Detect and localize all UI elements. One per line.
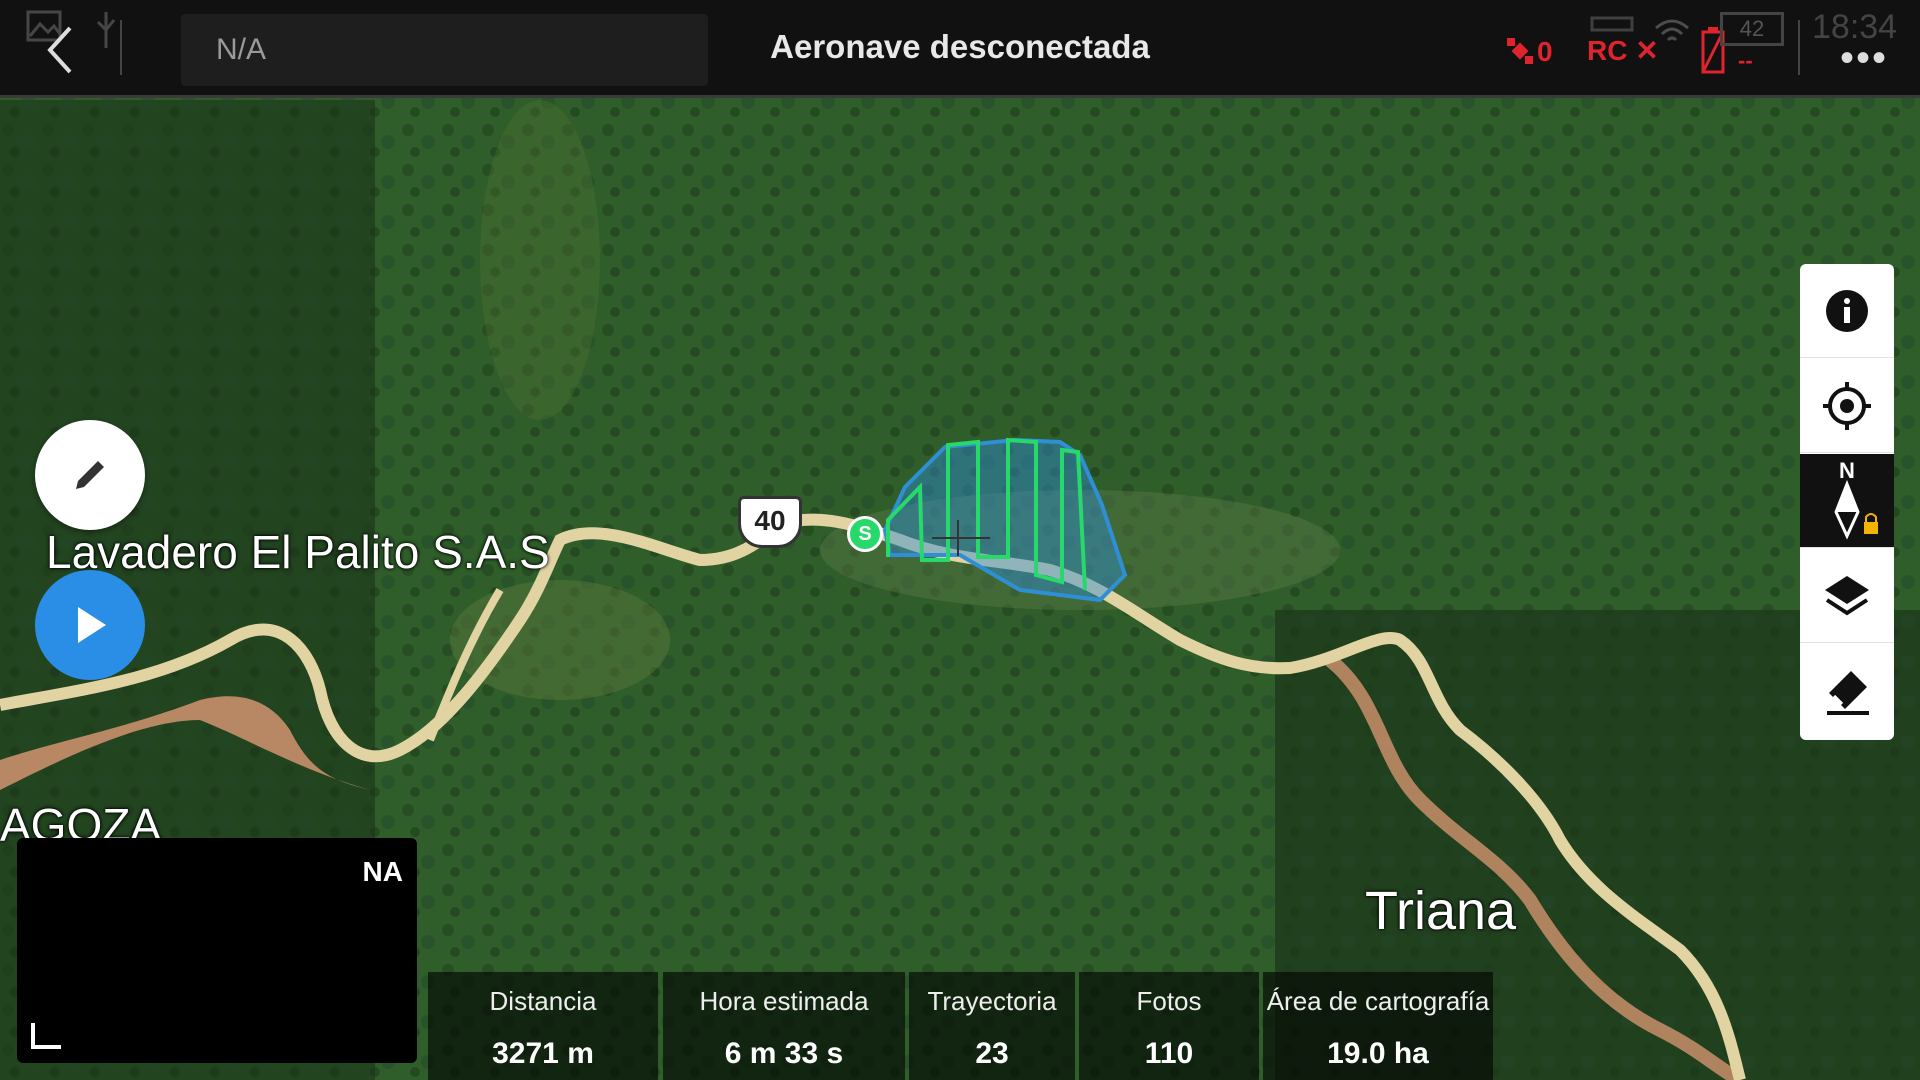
stat-label: Área de cartografía: [1266, 986, 1490, 1016]
clear-button[interactable]: [1800, 644, 1894, 738]
compass-north-lock-icon: N: [1834, 458, 1878, 540]
top-bar: N/A Aeronave desconectada 0 RC ✕ -- 42 1…: [0, 0, 1920, 98]
play-icon: [78, 607, 106, 643]
layers-button[interactable]: [1800, 549, 1894, 643]
stat-label: Hora estimada: [699, 986, 869, 1016]
layers-icon: [1825, 575, 1869, 615]
mission-name-field[interactable]: N/A: [181, 14, 708, 86]
expand-corner-icon[interactable]: [31, 1023, 61, 1049]
stat-distance: Distancia 3271 m: [428, 972, 658, 1080]
stat-label: Fotos: [1136, 986, 1202, 1016]
stat-value: 19.0 ha: [1327, 1037, 1429, 1070]
poi-label: Lavadero El Palito S.A.S: [46, 526, 550, 578]
start-mission-button[interactable]: [35, 570, 145, 680]
info-button[interactable]: [1800, 264, 1894, 358]
chevron-left-icon: [47, 26, 72, 74]
camera-preview[interactable]: NA: [17, 838, 417, 1063]
locate-icon: [1823, 381, 1871, 430]
drone-battery-value: --: [1738, 48, 1753, 73]
stat-mapping-area: Área de cartografía 19.0 ha: [1263, 972, 1493, 1080]
pencil-icon: [76, 461, 104, 489]
gps-count: 0: [1537, 36, 1553, 67]
stat-value: 3271 m: [492, 1037, 594, 1070]
stat-trajectory: Trayectoria 23: [909, 972, 1075, 1080]
route-shield: 40: [738, 496, 802, 548]
back-button[interactable]: [40, 22, 80, 78]
satellite-icon: [1507, 38, 1533, 64]
locate-button[interactable]: [1800, 359, 1894, 453]
rc-status: RC ✕: [1587, 35, 1659, 66]
eraser-icon: [1827, 671, 1869, 715]
stat-value: 23: [975, 1037, 1009, 1070]
camera-status: NA: [362, 856, 403, 887]
edit-button[interactable]: [35, 420, 145, 530]
svg-text:N: N: [1839, 458, 1855, 483]
stat-label: Trayectoria: [927, 986, 1057, 1016]
stat-photos: Fotos 110: [1079, 972, 1259, 1080]
connection-status: Aeronave desconectada: [770, 28, 1150, 65]
rc-icon: [1590, 16, 1634, 32]
stat-value: 110: [1144, 1037, 1194, 1070]
town-label-right: Triana: [1365, 881, 1517, 941]
stat-value: 6 m 33 s: [724, 1037, 844, 1070]
stat-label: Distancia: [489, 986, 597, 1016]
rc-battery: 42: [1720, 12, 1784, 46]
compass-lock-button[interactable]: N: [1800, 454, 1894, 548]
wifi-icon: [1655, 19, 1689, 42]
stat-estimated-time: Hora estimada 6 m 33 s: [663, 972, 905, 1080]
map-toolbar: N: [1800, 264, 1894, 740]
info-icon: [1826, 289, 1868, 332]
more-menu-button[interactable]: •••: [1840, 36, 1888, 81]
usb-icon: [96, 12, 116, 48]
start-marker[interactable]: S: [847, 516, 883, 552]
